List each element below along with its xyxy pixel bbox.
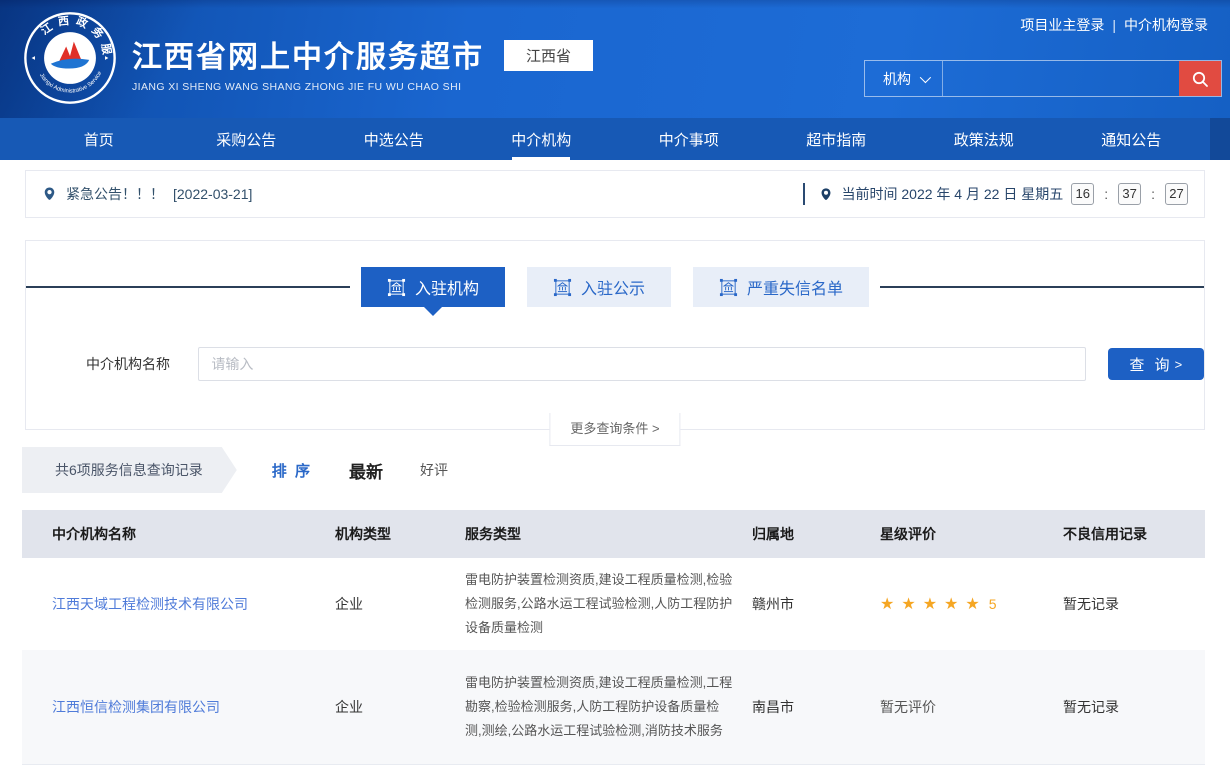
star-rating: ★★★★★5 (880, 594, 1063, 614)
agencies-table: 中介机构名称 机构类型 服务类型 归属地 星级评价 不良信用记录 江西天域工程检… (22, 510, 1205, 765)
header-search-input[interactable] (943, 61, 1179, 96)
nav-item-intermediary-matters[interactable]: 中介事项 (615, 118, 763, 160)
table-row: 江西天域工程检测技术有限公司 企业 雷电防护装置检测资质,建设工程质量检测,检验… (22, 558, 1205, 650)
results-filter-row: 共6项服务信息查询记录 排 序 最新 好评 (22, 447, 1205, 493)
institution-icon (553, 278, 572, 297)
header-search-button[interactable] (1179, 61, 1221, 96)
col-header-region: 归属地 (752, 524, 880, 544)
agency-name-link[interactable]: 江西天域工程检测技术有限公司 (52, 594, 335, 614)
site-title-block: 江西省网上中介服务超市 JIANG XI SHENG WANG SHANG ZH… (132, 32, 484, 93)
agency-search-panel: 入驻机构 入驻公示 严重失信名单 (25, 240, 1205, 430)
service-types: 雷电防护装置检测资质,建设工程质量检测,工程勘察,检验检测服务,人防工程防护设备… (465, 671, 752, 743)
login-links: 项目业主登录 | 中介机构登录 (1020, 15, 1208, 35)
sort-option-newest[interactable]: 最新 (349, 458, 383, 483)
site-logo-seal-icon: 江西政务服务 Jiangxi Administrative Service (22, 10, 118, 106)
agency-type: 企业 (335, 697, 465, 717)
urgent-announcement[interactable]: 紧急公告！！！ [2022-03-21] (42, 184, 252, 204)
time-colon: : (1104, 186, 1108, 202)
header-search-bar: 机构 (864, 60, 1222, 97)
tab-registered-agencies[interactable]: 入驻机构 (361, 267, 505, 307)
time-hours: 16 (1071, 183, 1094, 205)
region: 赣州市 (752, 594, 880, 614)
tab-entry-publicity[interactable]: 入驻公示 (527, 267, 671, 307)
sort-label: 排 序 (272, 460, 312, 481)
query-button[interactable]: 查 询 > (1108, 348, 1204, 380)
chevron-right-icon: > (1175, 357, 1183, 372)
agency-name-link[interactable]: 江西恒信检测集团有限公司 (52, 697, 335, 717)
credit-record: 暂无记录 (1063, 697, 1205, 717)
agency-name-label: 中介机构名称 (86, 354, 183, 374)
time-prefix: 当前时间 2022 年 4 月 22 日 星期五 (841, 184, 1063, 204)
agency-name-form: 中介机构名称 查 询 > (86, 347, 1204, 381)
sort-option-best-rated[interactable]: 好评 (420, 460, 448, 480)
category-tabs: 入驻机构 入驻公示 严重失信名单 (26, 267, 1204, 307)
tab-label: 严重失信名单 (747, 275, 843, 299)
magnifier-icon (1191, 70, 1209, 88)
location-pin-icon (42, 186, 57, 202)
time-seconds: 27 (1165, 183, 1188, 205)
agency-type: 企业 (335, 594, 465, 614)
institution-icon (387, 278, 406, 297)
search-category-value: 机构 (883, 69, 911, 89)
header-branding: 江西政务服务 Jiangxi Administrative Service 江西… (22, 10, 593, 106)
nav-item-announcements[interactable]: 通知公告 (1058, 118, 1206, 160)
region: 南昌市 (752, 697, 880, 717)
divider (803, 183, 805, 205)
results-count-badge: 共6项服务信息查询记录 (22, 447, 237, 493)
time-colon: : (1151, 186, 1155, 202)
notice-bar: 紧急公告！！！ [2022-03-21] 当前时间 2022 年 4 月 22 … (25, 170, 1205, 218)
col-header-agency-name: 中介机构名称 (52, 524, 335, 544)
tab-serious-dishonesty-list[interactable]: 严重失信名单 (693, 267, 869, 307)
star-rating: 暂无评价 (880, 697, 1063, 717)
location-pin-icon (819, 187, 833, 202)
site-title: 江西省网上中介服务超市 (132, 32, 484, 76)
current-time: 当前时间 2022 年 4 月 22 日 星期五 16 : 37 : 27 (803, 183, 1188, 205)
institution-icon (719, 278, 738, 297)
agency-name-input[interactable] (198, 347, 1085, 381)
region-badge[interactable]: 江西省 (504, 40, 593, 71)
results-section: 共6项服务信息查询记录 排 序 最新 好评 中介机构名称 机构类型 服务类型 归… (22, 447, 1205, 765)
announcement-title[interactable]: 紧急公告！！！ (66, 184, 164, 204)
nav-item-home[interactable]: 首页 (25, 118, 173, 160)
col-header-star-rating: 星级评价 (880, 524, 1063, 544)
nav-item-selection-notices[interactable]: 中选公告 (320, 118, 468, 160)
nav-item-procurement-notices[interactable]: 采购公告 (173, 118, 321, 160)
main-nav: 首页 采购公告 中选公告 中介机构 中介事项 超市指南 政策法规 通知公告 (0, 118, 1230, 160)
col-header-credit-record: 不良信用记录 (1063, 524, 1205, 544)
search-category-select[interactable]: 机构 (865, 61, 943, 96)
nav-item-market-guide[interactable]: 超市指南 (763, 118, 911, 160)
owner-login-link[interactable]: 项目业主登录 (1020, 17, 1104, 33)
announcement-date: [2022-03-21] (173, 186, 252, 202)
query-button-label: 查 询 (1129, 354, 1172, 375)
credit-record: 暂无记录 (1063, 594, 1205, 614)
agency-login-link[interactable]: 中介机构登录 (1124, 17, 1208, 33)
service-types: 雷电防护装置检测资质,建设工程质量检测,检验检测服务,公路水运工程试验检测,人防… (465, 568, 752, 640)
table-header-row: 中介机构名称 机构类型 服务类型 归属地 星级评价 不良信用记录 (22, 510, 1205, 558)
more-conditions-toggle[interactable]: 更多查询条件 > (549, 413, 680, 446)
nav-item-policies[interactable]: 政策法规 (910, 118, 1058, 160)
chevron-down-icon (920, 71, 931, 82)
site-header: 江西政务服务 Jiangxi Administrative Service 江西… (0, 0, 1230, 118)
table-row: 江西恒信检测集团有限公司 企业 雷电防护装置检测资质,建设工程质量检测,工程勘察… (22, 650, 1205, 765)
tab-label: 入驻公示 (581, 275, 645, 299)
col-header-agency-type: 机构类型 (335, 524, 465, 544)
site-subtitle: JIANG XI SHENG WANG SHANG ZHONG JIE FU W… (132, 81, 484, 93)
star-icons: ★★★★★ (880, 596, 987, 613)
nav-item-intermediary-agencies[interactable]: 中介机构 (468, 118, 616, 160)
tab-label: 入驻机构 (415, 275, 479, 299)
time-minutes: 37 (1118, 183, 1141, 205)
login-links-separator: | (1112, 17, 1116, 33)
rating-value: 5 (989, 596, 997, 612)
col-header-service-type: 服务类型 (465, 524, 752, 544)
